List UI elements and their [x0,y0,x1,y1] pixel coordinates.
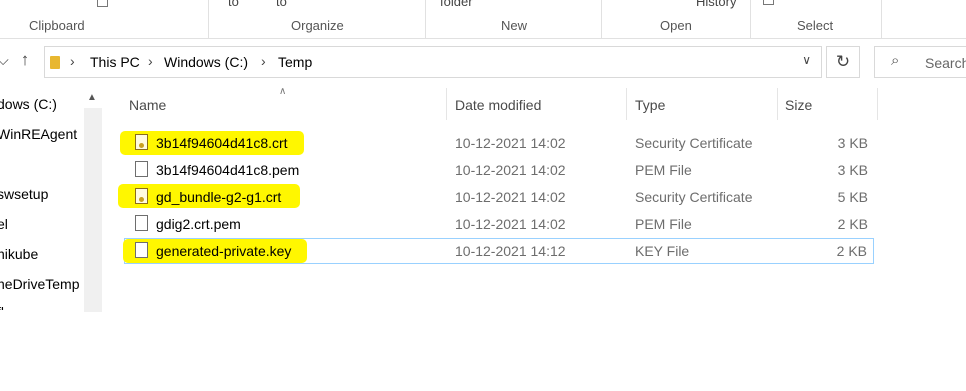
nav-item-nikube[interactable]: nikube [0,246,38,262]
file-date: 10-12-2021 14:02 [455,216,566,232]
nav-item-winreagent[interactable]: WinREAgent [0,126,77,142]
file-type: Security Certificate [635,135,753,151]
ribbon-divider [425,0,426,38]
file-icon [135,242,148,258]
ribbon-group-clipboard: Clipboard [29,18,85,33]
file-date: 10-12-2021 14:02 [455,162,566,178]
ribbon-group-select: Select [797,18,834,33]
recent-locations-chevron-icon[interactable]: ⌵ [0,52,12,69]
chevron-right-icon[interactable]: › [70,53,75,69]
file-row[interactable]: 3b14f94604d41c8.pem 10-12-2021 14:02 PEM… [124,157,874,183]
file-date: 10-12-2021 14:02 [455,135,566,151]
ribbon-divider [750,0,751,38]
address-history-dropdown-icon[interactable]: ∨ [802,53,811,67]
nav-item-nedrivetemp[interactable]: neDriveTemp [0,276,79,292]
file-icon [135,161,148,177]
nav-scrollbar[interactable] [84,108,102,312]
column-divider[interactable] [777,88,778,120]
certificate-icon [135,134,148,150]
chevron-right-icon[interactable]: › [148,53,153,69]
file-type: Security Certificate [635,189,753,205]
search-icon: ⌕ [891,52,900,69]
ribbon-group-organize: Organize [291,18,344,33]
nav-item-swsetup[interactable]: swsetup [0,186,48,202]
file-type: PEM File [635,162,692,178]
file-size: 5 KB [837,189,868,205]
column-divider[interactable] [626,88,627,120]
column-header-name[interactable]: Name [129,97,166,113]
ribbon-group-new: New [501,18,528,33]
file-size: 3 KB [837,162,868,178]
sort-ascending-icon: ∧ [279,86,287,97]
ribbon-divider [881,0,882,38]
file-size: 2 KB [836,243,867,259]
file-name[interactable]: gdig2.crt.pem [156,216,241,232]
address-bar[interactable]: › This PC › Windows (C:) › Temp ∨ [44,46,822,78]
select-all-icon[interactable] [763,0,774,5]
file-row[interactable]: gd_bundle-g2-g1.crt 10-12-2021 14:02 Sec… [118,184,874,210]
file-date: 10-12-2021 14:12 [455,243,566,259]
column-header-date-modified[interactable]: Date modified [455,97,541,113]
file-type: PEM File [635,216,692,232]
file-date: 10-12-2021 14:02 [455,189,566,205]
column-header-type[interactable]: Type [635,97,665,113]
refresh-button[interactable]: ↻ [826,46,860,78]
ribbon-divider [601,0,602,38]
file-icon [135,215,148,231]
file-name[interactable]: 3b14f94604d41c8.pem [156,162,299,178]
column-divider[interactable] [446,88,447,120]
file-name[interactable]: 3b14f94604d41c8.crt [156,135,288,151]
up-arrow-icon[interactable]: ↑ [16,50,34,70]
nav-item-fl[interactable]: fl [0,304,4,310]
ribbon-group-open: Open [660,18,692,33]
copy-to-button[interactable]: to [276,0,287,9]
new-folder-button[interactable]: folder [440,0,473,9]
file-name[interactable]: gd_bundle-g2-g1.crt [156,189,281,205]
chevron-right-icon[interactable]: › [261,53,266,69]
file-size: 2 KB [837,216,868,232]
refresh-icon: ↻ [835,52,851,71]
move-to-button[interactable]: to [228,0,239,9]
ribbon: to to folder History Clipboard Organize … [0,0,966,39]
file-row[interactable]: gdig2.crt.pem 10-12-2021 14:02 PEM File … [124,211,874,237]
column-header-size[interactable]: Size [785,97,812,113]
scroll-up-icon[interactable]: ▲ [87,92,97,103]
paste-icon[interactable] [97,0,108,7]
file-size: 3 KB [837,135,868,151]
ribbon-divider [208,0,209,38]
file-name[interactable]: generated-private.key [156,243,291,259]
breadcrumb-this-pc[interactable]: This PC [90,54,140,70]
nav-item-windows-c[interactable]: dows (C:) [0,96,57,112]
breadcrumb-temp[interactable]: Temp [278,54,312,70]
file-row[interactable]: 3b14f94604d41c8.crt 10-12-2021 14:02 Sec… [120,130,874,156]
search-box[interactable]: ⌕ Search [874,46,966,78]
column-divider[interactable] [877,88,878,120]
nav-item-el[interactable]: el [0,216,8,232]
file-row-selected[interactable]: generated-private.key 10-12-2021 14:12 K… [123,238,874,264]
breadcrumb-windows-c[interactable]: Windows (C:) [164,54,248,70]
certificate-icon [135,188,148,204]
folder-icon [50,56,60,69]
search-placeholder: Search [925,55,966,71]
file-type: KEY File [635,243,690,259]
history-button[interactable]: History [696,0,736,9]
